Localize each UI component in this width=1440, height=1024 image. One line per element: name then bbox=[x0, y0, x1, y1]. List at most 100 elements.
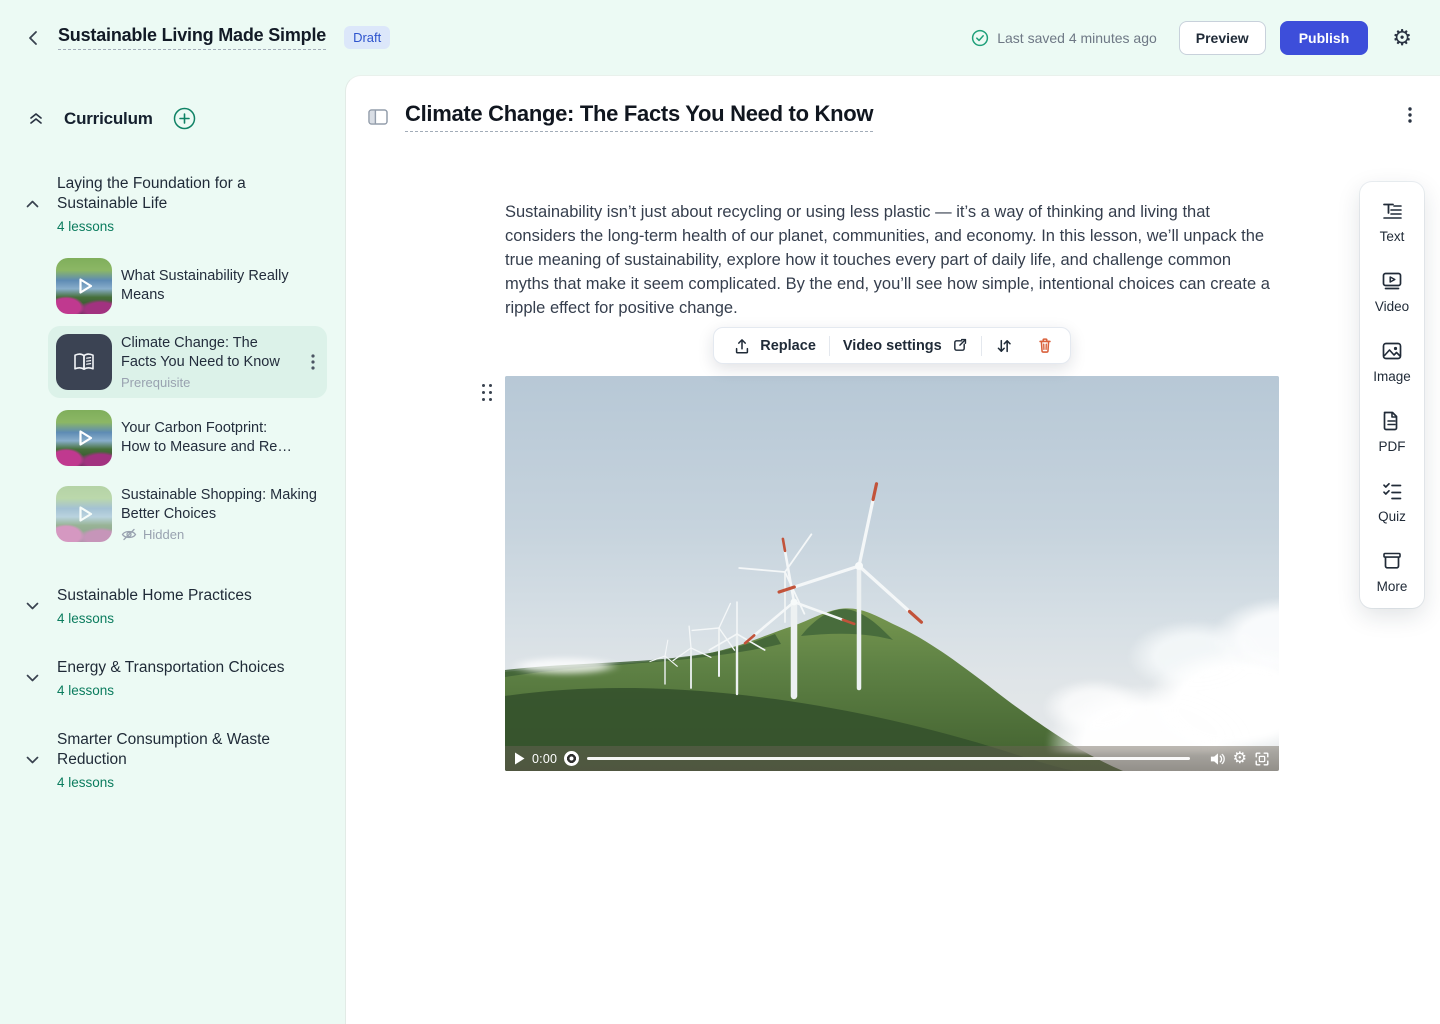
upload-icon bbox=[733, 337, 751, 355]
topbar: Sustainable Living Made Simple Draft Las… bbox=[0, 0, 1440, 75]
section-header[interactable]: Smarter Consumption & Waste Reduction 4 … bbox=[24, 730, 345, 790]
video-time: 0:00 bbox=[532, 752, 557, 766]
play-icon bbox=[56, 258, 112, 314]
section-title: Laying the Foundation for a Sustainable … bbox=[57, 174, 293, 214]
curriculum-section: Energy & Transportation Choices 4 lesson… bbox=[24, 658, 345, 698]
replace-video-button[interactable]: Replace bbox=[720, 328, 829, 363]
section-lesson-count: 4 lessons bbox=[57, 219, 293, 234]
scrubber-handle[interactable] bbox=[564, 751, 579, 766]
fullscreen-icon[interactable] bbox=[1254, 751, 1270, 767]
curriculum-title: Curriculum bbox=[64, 109, 153, 129]
section-lesson-count: 4 lessons bbox=[57, 683, 284, 698]
image-block-icon bbox=[1380, 339, 1404, 363]
section-title: Sustainable Home Practices bbox=[57, 586, 252, 606]
publish-button[interactable]: Publish bbox=[1280, 21, 1369, 55]
section-lesson-count: 4 lessons bbox=[57, 611, 252, 626]
block-label: PDF bbox=[1379, 439, 1406, 454]
video-player[interactable]: 0:00 ⚙ bbox=[505, 376, 1279, 771]
lesson-options-button[interactable] bbox=[1404, 103, 1416, 127]
insert-quiz-button[interactable]: Quiz bbox=[1378, 479, 1406, 524]
quiz-block-icon bbox=[1380, 479, 1404, 503]
panel-layout-icon bbox=[368, 109, 388, 125]
back-chevron-icon bbox=[26, 29, 42, 47]
video-frame-clouds bbox=[969, 523, 1279, 753]
chevron-down-icon bbox=[24, 756, 40, 764]
text-block[interactable]: Sustainability isn’t just about recyclin… bbox=[505, 200, 1279, 320]
insert-pdf-button[interactable]: PDF bbox=[1379, 409, 1406, 454]
eye-off-icon bbox=[121, 527, 137, 542]
section-header[interactable]: Energy & Transportation Choices 4 lesson… bbox=[24, 658, 345, 698]
collapse-all-button[interactable] bbox=[24, 107, 48, 130]
kebab-icon bbox=[311, 354, 315, 370]
more-blocks-button[interactable]: More bbox=[1377, 549, 1408, 594]
delete-block-button[interactable] bbox=[1026, 328, 1064, 363]
chevron-down-icon bbox=[24, 674, 40, 682]
more-blocks-icon bbox=[1380, 549, 1404, 573]
status-badge: Draft bbox=[344, 26, 390, 49]
gear-icon: ⚙ bbox=[1392, 27, 1412, 49]
save-status: Last saved 4 minutes ago bbox=[971, 29, 1157, 47]
book-icon bbox=[71, 350, 97, 374]
insert-text-button[interactable]: Text bbox=[1380, 199, 1405, 244]
lesson-item[interactable]: Your Carbon Footprint: How to Measure an… bbox=[48, 402, 327, 474]
section-title: Energy & Transportation Choices bbox=[57, 658, 284, 678]
player-settings-icon[interactable]: ⚙ bbox=[1233, 751, 1247, 767]
course-title[interactable]: Sustainable Living Made Simple bbox=[58, 25, 326, 50]
play-icon bbox=[56, 486, 112, 542]
video-block-icon bbox=[1380, 269, 1404, 293]
block-label: More bbox=[1377, 579, 1408, 594]
video-frame-clouds-left bbox=[505, 653, 655, 679]
lesson-title: What Sustainability Really Means bbox=[121, 267, 319, 305]
double-chevron-up-icon bbox=[28, 111, 44, 126]
video-thumbnail bbox=[56, 486, 112, 542]
last-saved-text: Last saved 4 minutes ago bbox=[997, 30, 1157, 46]
toggle-sidebar-button[interactable] bbox=[364, 105, 392, 129]
drag-handle-icon[interactable] bbox=[480, 382, 495, 404]
block-label: Image bbox=[1373, 369, 1411, 384]
section-header[interactable]: Laying the Foundation for a Sustainable … bbox=[24, 174, 345, 234]
plus-circle-icon bbox=[173, 107, 196, 130]
external-link-icon bbox=[951, 337, 968, 354]
volume-icon[interactable] bbox=[1209, 751, 1226, 767]
insert-video-button[interactable]: Video bbox=[1375, 269, 1409, 314]
settings-button[interactable]: ⚙ bbox=[1380, 23, 1416, 53]
lesson-tag: Prerequisite bbox=[121, 375, 319, 390]
lesson-content: Sustainability isn’t just about recyclin… bbox=[505, 200, 1279, 771]
curriculum-section: Laying the Foundation for a Sustainable … bbox=[24, 174, 345, 550]
curriculum-section: Smarter Consumption & Waste Reduction 4 … bbox=[24, 730, 345, 790]
curriculum-sidebar: Curriculum Laying the Foundation for a S… bbox=[0, 75, 345, 1024]
move-block-button[interactable] bbox=[982, 328, 1026, 363]
lesson-title: Climate Change: The Facts You Need to Kn… bbox=[121, 334, 285, 372]
kebab-icon bbox=[1408, 107, 1412, 123]
back-button[interactable] bbox=[22, 25, 46, 51]
lesson-item-selected[interactable]: Climate Change: The Facts You Need to Kn… bbox=[48, 326, 327, 398]
chevron-up-icon bbox=[24, 200, 40, 208]
insert-block-toolbar: Text Video Image PDF Quiz bbox=[1360, 182, 1424, 608]
lesson-page-title[interactable]: Climate Change: The Facts You Need to Kn… bbox=[405, 101, 873, 132]
lesson-item[interactable]: What Sustainability Really Means bbox=[48, 250, 327, 322]
check-circle-icon bbox=[971, 29, 989, 47]
block-label: Video bbox=[1375, 299, 1409, 314]
add-section-button[interactable] bbox=[169, 103, 200, 134]
video-thumbnail bbox=[56, 258, 112, 314]
replace-label: Replace bbox=[760, 338, 816, 354]
section-header[interactable]: Sustainable Home Practices 4 lessons bbox=[24, 586, 345, 626]
curriculum-section: Sustainable Home Practices 4 lessons bbox=[24, 586, 345, 626]
reading-thumbnail bbox=[56, 334, 112, 390]
video-block-toolbar: Replace Video settings bbox=[713, 327, 1070, 364]
play-button[interactable] bbox=[514, 752, 525, 765]
pdf-block-icon bbox=[1380, 409, 1404, 433]
settings-label: Video settings bbox=[843, 338, 942, 354]
video-settings-button[interactable]: Video settings bbox=[830, 328, 981, 363]
curriculum-header: Curriculum bbox=[24, 103, 345, 134]
lesson-tag: Hidden bbox=[143, 527, 184, 542]
insert-image-button[interactable]: Image bbox=[1373, 339, 1411, 384]
lesson-menu-button[interactable] bbox=[307, 350, 319, 374]
video-controls: 0:00 ⚙ bbox=[505, 746, 1279, 771]
lesson-item-hidden[interactable]: Sustainable Shopping: Making Better Choi… bbox=[48, 478, 327, 550]
block-label: Quiz bbox=[1378, 509, 1406, 524]
lesson-list: What Sustainability Really Means Climate… bbox=[24, 250, 345, 550]
preview-button[interactable]: Preview bbox=[1179, 21, 1266, 55]
progress-bar[interactable] bbox=[587, 757, 1190, 760]
lesson-title: Sustainable Shopping: Making Better Choi… bbox=[121, 486, 319, 524]
